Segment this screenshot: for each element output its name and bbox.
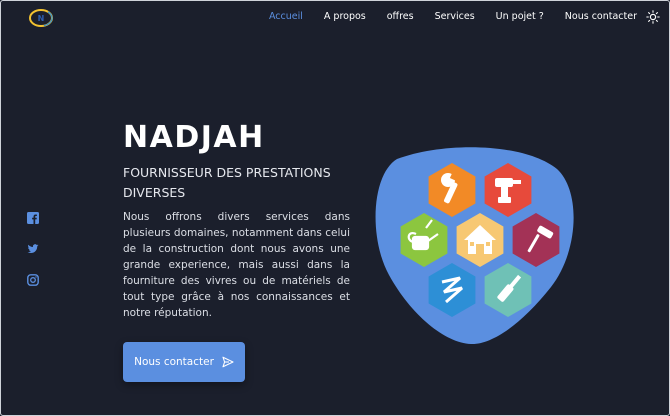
contact-button-label: Nous contacter bbox=[134, 356, 214, 368]
social-links bbox=[27, 212, 39, 305]
nav-accueil[interactable]: Accueil bbox=[269, 11, 303, 23]
nav-un-projet[interactable]: Un pojet ? bbox=[496, 11, 544, 23]
twitter-icon[interactable] bbox=[27, 243, 39, 255]
nav-a-propos[interactable]: A propos bbox=[324, 11, 366, 23]
nadjah-logo[interactable]: N bbox=[28, 7, 54, 29]
nav-services[interactable]: Services bbox=[435, 11, 475, 23]
svg-text:N: N bbox=[38, 14, 45, 23]
nav-nous-contacter[interactable]: Nous contacter bbox=[565, 11, 637, 23]
hero-description: Nous offrons divers services dans plusie… bbox=[123, 211, 350, 319]
hero-subtitle: FOURNISSEUR DES PRESTATIONS DIVERSES bbox=[123, 165, 331, 200]
services-illustration bbox=[375, 147, 574, 345]
instagram-icon[interactable] bbox=[27, 274, 39, 286]
hero-title: NADJAH bbox=[123, 120, 265, 155]
sun-icon[interactable] bbox=[646, 10, 660, 24]
contact-button[interactable]: Nous contacter bbox=[123, 342, 245, 382]
page: N Accueil A propos offres Services Un po… bbox=[0, 0, 670, 416]
main-nav: Accueil A propos offres Services Un poje… bbox=[248, 11, 637, 23]
facebook-icon[interactable] bbox=[27, 212, 39, 224]
send-icon bbox=[222, 356, 234, 368]
nav-offres[interactable]: offres bbox=[387, 11, 414, 23]
